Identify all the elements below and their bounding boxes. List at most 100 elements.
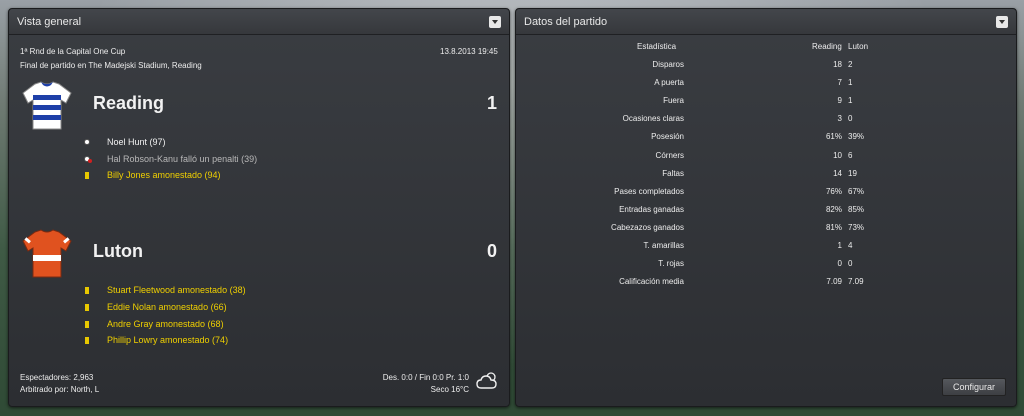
- event-row: Andre Gray amonestado (68): [81, 319, 224, 329]
- stat-label: Fuera: [663, 96, 684, 106]
- event-row: Stuart Fleetwood amonestado (38): [81, 285, 246, 295]
- stat-home-value: 1: [837, 241, 842, 250]
- event-text: Billy Jones amonestado (94): [107, 170, 221, 180]
- stats-column-home: Reading: [812, 42, 842, 51]
- stat-home-value: 7.09: [826, 277, 842, 287]
- stat-home-value: 14: [833, 168, 842, 178]
- extra-time-label: Des. 0:0 / Fin 0:0 Pr. 1:0: [382, 373, 469, 382]
- configure-button[interactable]: Configurar: [941, 378, 1006, 396]
- stat-home-value: 76%: [825, 186, 842, 196]
- overview-title: Vista general: [17, 15, 82, 28]
- stat-away-value: 0: [848, 114, 853, 124]
- stat-row: T. rojas 0 0: [516, 259, 1016, 277]
- competition-label: 1ª Rnd de la Capital One Cup: [20, 47, 126, 56]
- yellow-card-icon: [85, 320, 89, 328]
- goal-icon: [84, 139, 90, 145]
- stat-away-value: 1: [848, 96, 853, 106]
- event-row: Hal Robson-Kanu falló un penalti (39): [81, 154, 257, 164]
- stat-row: Calificación media 7.09 7.09: [516, 277, 1016, 295]
- stat-label: Pases completados: [614, 186, 684, 196]
- stat-away-value: 1: [848, 78, 853, 88]
- event-text: Phillip Lowry amonestado (74): [107, 335, 229, 345]
- missed-penalty-icon: [84, 156, 92, 163]
- stat-away-value: 19: [848, 168, 857, 178]
- stat-label: Ocasiones claras: [622, 114, 684, 124]
- stat-label: Faltas: [662, 168, 684, 178]
- attendance-label: Espectadores: 2,963: [20, 373, 94, 382]
- stat-home-value: 61%: [825, 132, 842, 142]
- stat-row: T. amarillas 1 4: [516, 241, 1016, 259]
- event-row: Phillip Lowry amonestado (74): [81, 335, 228, 345]
- stat-label: T. amarillas: [643, 241, 684, 250]
- stat-home-value: 9: [837, 96, 842, 106]
- event-row: Eddie Nolan amonestado (66): [81, 302, 227, 312]
- stat-home-value: 18: [833, 60, 842, 69]
- stat-row: Córners 10 6: [516, 151, 1016, 169]
- stat-label: A puerta: [654, 78, 684, 88]
- stat-away-value: 4: [848, 241, 853, 250]
- stat-row: Posesión 61% 39%: [516, 132, 1016, 150]
- yellow-card-icon: [85, 336, 89, 344]
- stat-label: Entradas ganadas: [619, 204, 684, 214]
- stat-home-value: 0: [837, 259, 842, 269]
- stat-home-value: 82%: [825, 204, 842, 214]
- stat-away-value: 0: [848, 259, 853, 269]
- event-text: Stuart Fleetwood amonestado (38): [107, 285, 246, 295]
- home-kit-icon: [21, 81, 73, 136]
- referee-label: Arbitrado por: North, L: [20, 385, 100, 394]
- stats-panel: Datos del partido Estadística Reading Lu…: [515, 8, 1017, 407]
- cloud-icon: [476, 371, 500, 396]
- stat-row: Faltas 14 19: [516, 169, 1016, 187]
- stats-menu-button[interactable]: [996, 15, 1008, 28]
- stat-label: Calificación media: [619, 277, 684, 287]
- event-row: Noel Hunt (97): [81, 137, 166, 147]
- stat-row: Ocasiones claras 3 0: [516, 114, 1016, 132]
- match-datetime: 13.8.2013 19:45: [440, 47, 498, 56]
- stat-away-value: 7.09: [848, 277, 864, 287]
- stat-label: Cabezazos ganados: [611, 222, 684, 232]
- weather-label: Seco 16°C: [430, 385, 469, 394]
- event-text: Eddie Nolan amonestado (66): [107, 302, 227, 312]
- overview-panel: Vista general 1ª Rnd de la Capital One C…: [8, 8, 510, 407]
- stat-row: A puerta 7 1: [516, 78, 1016, 96]
- overview-header: Vista general: [9, 9, 509, 35]
- stat-home-value: 3: [837, 114, 842, 124]
- yellow-card-icon: [85, 171, 89, 179]
- stat-label: Córners: [655, 150, 684, 160]
- stat-away-value: 6: [848, 150, 853, 160]
- overview-menu-button[interactable]: [489, 15, 501, 28]
- stat-away-value: 2: [848, 60, 853, 69]
- stats-title: Datos del partido: [524, 15, 608, 28]
- stat-label: Disparos: [652, 60, 684, 69]
- away-score: 0: [487, 241, 498, 261]
- away-team-name[interactable]: Luton: [93, 241, 143, 262]
- stat-label: Posesión: [651, 132, 684, 142]
- stat-away-value: 39%: [848, 132, 865, 142]
- event-row: Billy Jones amonestado (94): [81, 170, 221, 180]
- away-kit-icon: [21, 229, 73, 284]
- venue-label: Final de partido en The Madejski Stadium…: [20, 61, 202, 70]
- stat-away-value: 85%: [848, 204, 865, 214]
- stats-column-label: Estadística: [637, 42, 677, 51]
- chevron-down-icon: [492, 19, 498, 24]
- stat-row: Cabezazos ganados 81% 73%: [516, 223, 1016, 241]
- chevron-down-icon: [999, 19, 1005, 24]
- stat-away-value: 73%: [848, 222, 865, 232]
- yellow-card-icon: [85, 303, 89, 311]
- home-score: 1: [487, 93, 498, 113]
- stat-away-value: 67%: [848, 186, 865, 196]
- stat-row: Entradas ganadas 82% 85%: [516, 205, 1016, 223]
- event-text: Noel Hunt (97): [107, 137, 166, 147]
- yellow-card-icon: [85, 286, 89, 294]
- home-team-name[interactable]: Reading: [93, 93, 164, 114]
- stat-home-value: 10: [833, 150, 842, 160]
- stats-column-away: Luton: [848, 42, 869, 51]
- stat-home-value: 7: [837, 78, 842, 88]
- event-text: Andre Gray amonestado (68): [107, 319, 224, 329]
- stat-row: Fuera 9 1: [516, 96, 1016, 114]
- stat-label: T. rojas: [658, 259, 684, 269]
- stats-header: Datos del partido: [516, 9, 1016, 35]
- stat-row: Pases completados 76% 67%: [516, 187, 1016, 205]
- stat-home-value: 81%: [825, 222, 842, 232]
- event-text: Hal Robson-Kanu falló un penalti (39): [107, 154, 258, 164]
